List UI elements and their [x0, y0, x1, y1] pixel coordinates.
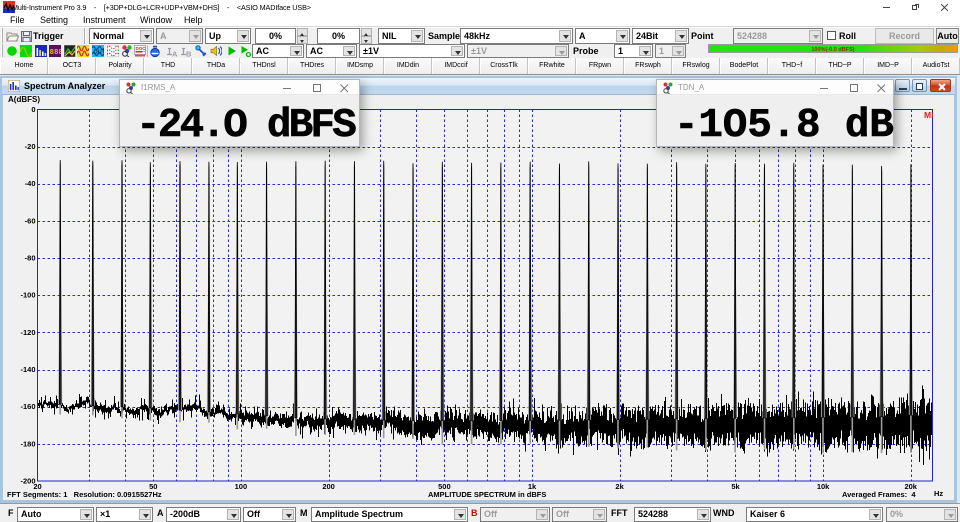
svg-text:100: 100 [235, 482, 248, 491]
svg-text:-60: -60 [25, 216, 36, 225]
svg-text:0: 0 [31, 105, 35, 114]
svg-text:-100: -100 [20, 291, 35, 300]
svg-text:Hz: Hz [934, 489, 943, 498]
svg-text:10k: 10k [817, 482, 830, 491]
svg-text:5k: 5k [731, 482, 740, 491]
svg-text:-160: -160 [20, 402, 35, 411]
svg-text:-180: -180 [20, 439, 35, 448]
svg-text:-40: -40 [25, 179, 36, 188]
svg-text:-120: -120 [20, 328, 35, 337]
svg-text:-140: -140 [20, 365, 35, 374]
svg-text:-80: -80 [25, 254, 36, 263]
svg-text:2k: 2k [615, 482, 624, 491]
svg-text:-20: -20 [25, 142, 36, 151]
svg-text:200: 200 [322, 482, 335, 491]
svg-text:Mi: Mi [924, 110, 933, 120]
